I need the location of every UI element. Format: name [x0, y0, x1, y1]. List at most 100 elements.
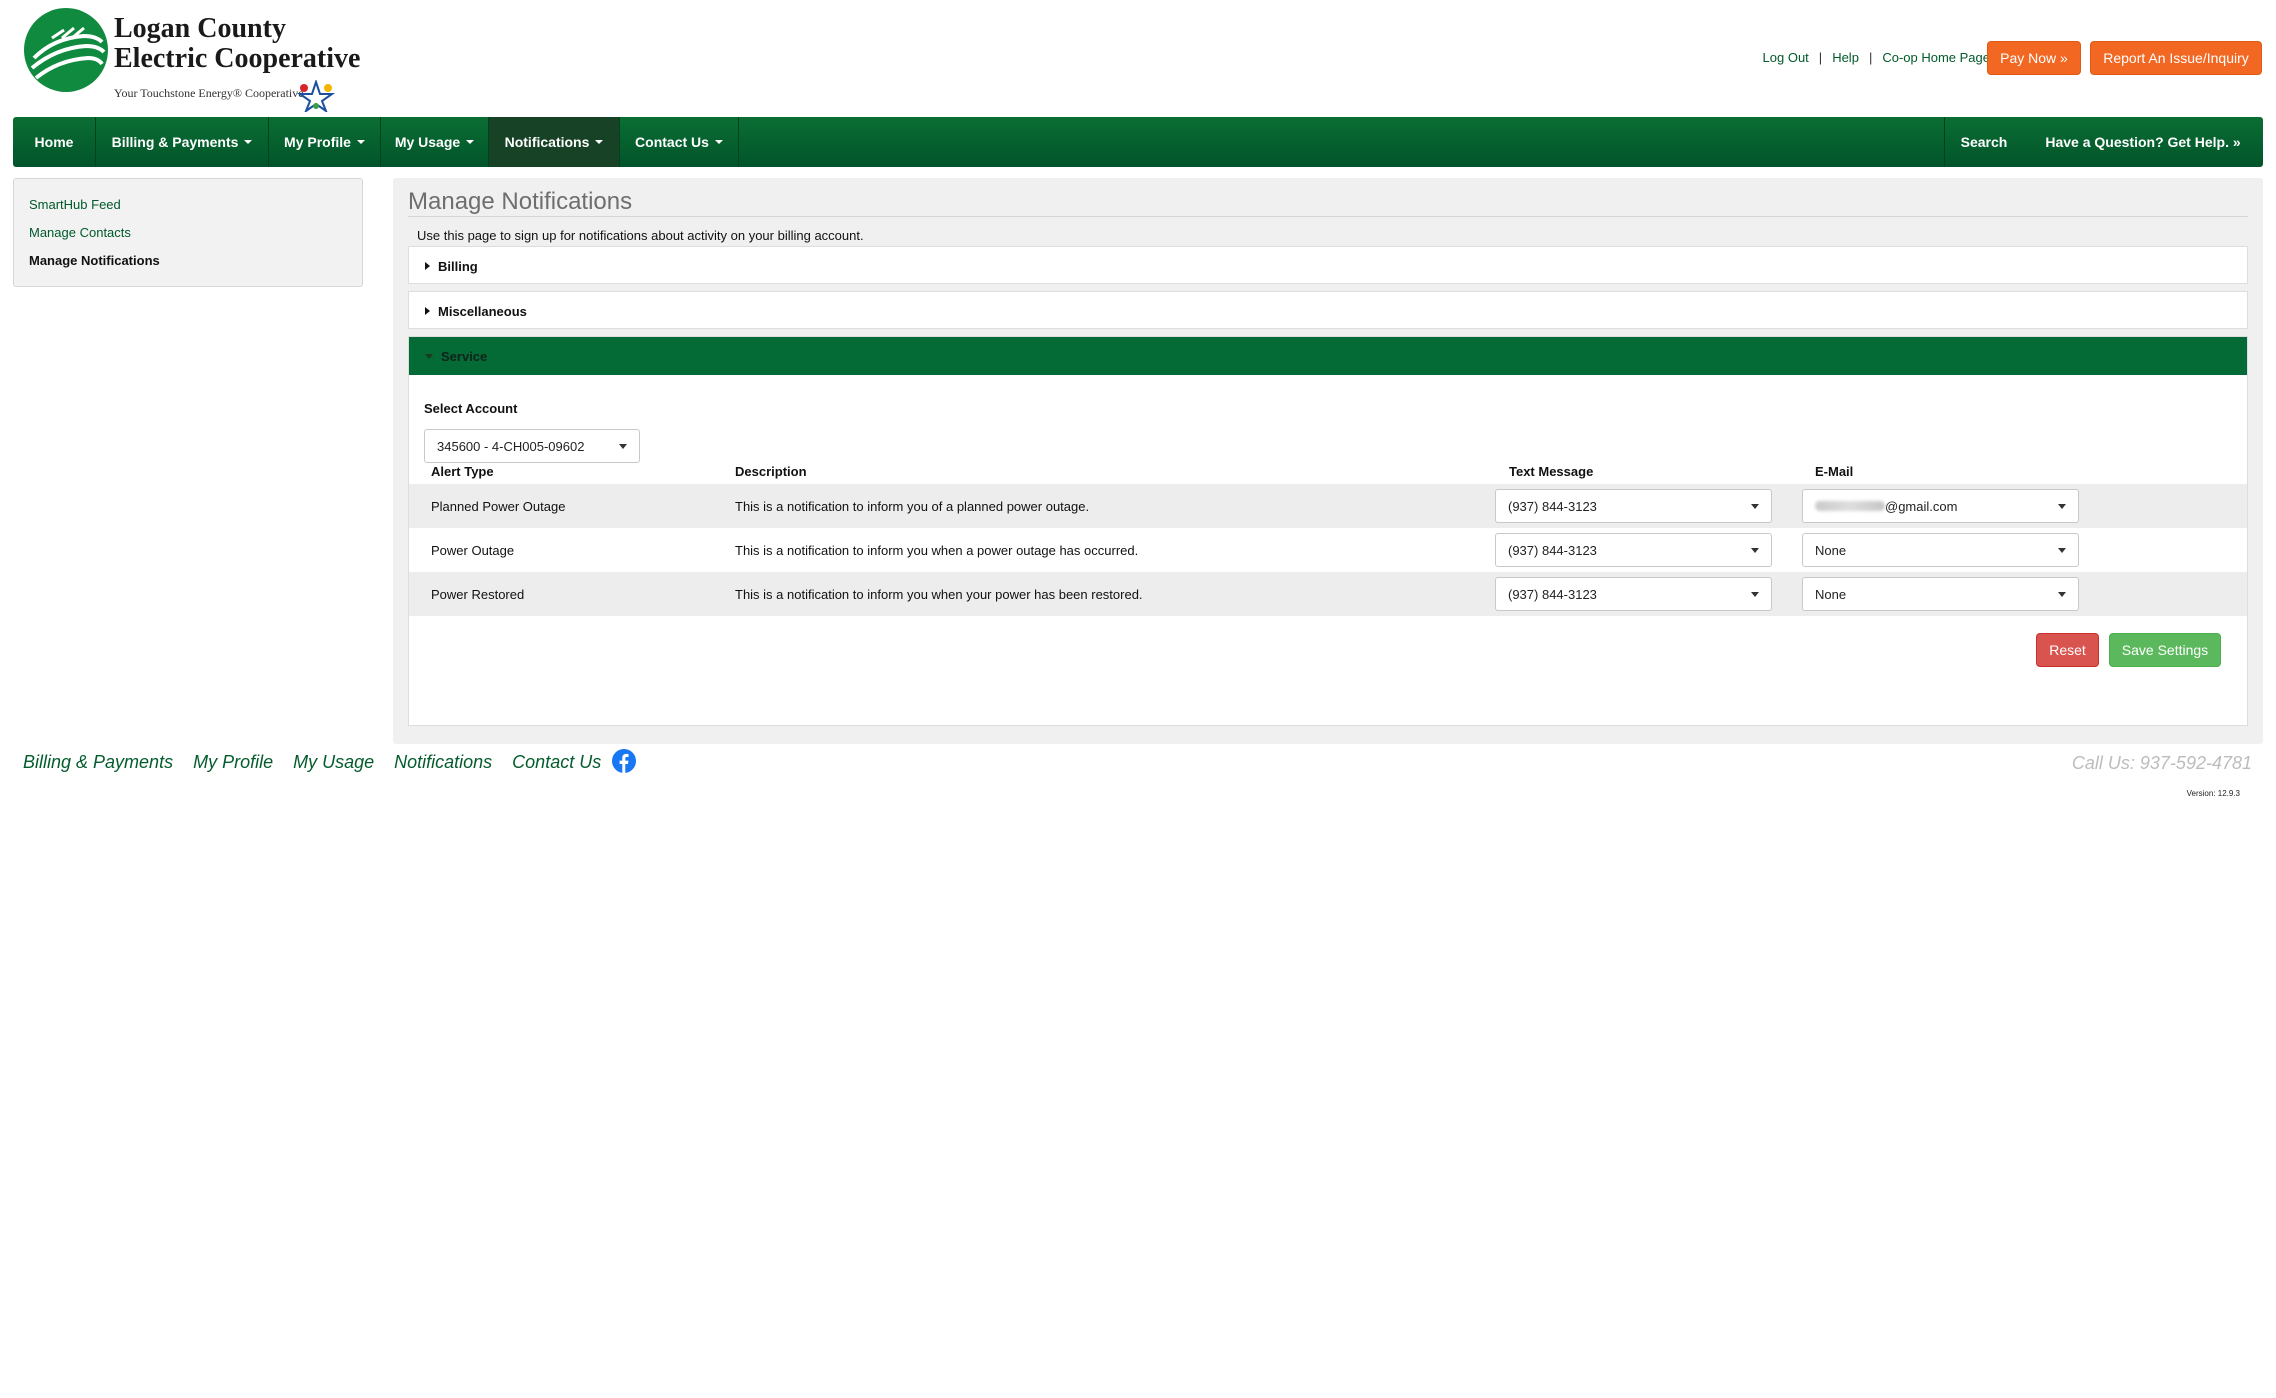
- billing-section-label: Billing: [438, 258, 478, 274]
- email-select[interactable]: None: [1802, 577, 2079, 611]
- nav-notifications[interactable]: Notifications: [489, 117, 620, 167]
- email-value: None: [1815, 586, 1847, 602]
- touchstone-energy-icon: [296, 80, 336, 112]
- separator: |: [1818, 50, 1823, 65]
- sidebar-item-manage-contacts[interactable]: Manage Contacts: [29, 225, 131, 240]
- alert-type-cell: Planned Power Outage: [431, 498, 566, 514]
- nav-billing-payments[interactable]: Billing & Payments: [96, 117, 269, 167]
- sidebar: SmartHub Feed Manage Contacts Manage Not…: [13, 178, 363, 287]
- brand-line1: Logan County: [114, 13, 286, 44]
- nav-contact-us[interactable]: Contact Us: [620, 117, 739, 167]
- nav-get-help[interactable]: Have a Question? Get Help. »: [2023, 117, 2263, 167]
- page-title: Manage Notifications: [408, 188, 633, 215]
- reset-button[interactable]: Reset: [2036, 633, 2099, 667]
- alert-type-cell: Power Restored: [431, 586, 525, 602]
- brand-line2: Electric Cooperative: [114, 43, 361, 74]
- footer-links: Billing & Payments My Profile My Usage N…: [23, 752, 621, 773]
- caret-down-icon: [714, 140, 723, 144]
- call-us-text: Call Us: 937-592-4781: [2071, 753, 2252, 773]
- miscellaneous-section-header[interactable]: Miscellaneous: [409, 292, 2247, 330]
- service-section: Service Select Account 345600 - 4-CH005-…: [408, 336, 2248, 726]
- col-header-email: E-Mail: [1815, 464, 1854, 479]
- description-cell: This is a notification to inform you whe…: [735, 586, 1143, 602]
- logo[interactable]: Logan County Electric Cooperative Your T…: [24, 8, 384, 112]
- sidebar-item-smarthub-feed[interactable]: SmartHub Feed: [29, 197, 121, 212]
- account-value: 345600 - 4-CH005-09602: [437, 438, 585, 454]
- table-row: Planned Power Outage This is a notificat…: [409, 484, 2247, 528]
- brand-name: Logan County Electric Cooperative: [114, 14, 360, 74]
- chevron-down-icon: [1751, 504, 1759, 509]
- miscellaneous-section-label: Miscellaneous: [438, 303, 527, 319]
- alert-type-cell: Power Outage: [431, 542, 515, 558]
- nav-notifications-label: Notifications: [504, 134, 590, 150]
- service-section-header[interactable]: Service: [409, 337, 2247, 375]
- footer-link-billing[interactable]: Billing & Payments: [23, 752, 173, 773]
- facebook-icon[interactable]: [612, 749, 636, 773]
- chevron-down-icon: [1751, 548, 1759, 553]
- footer-link-usage[interactable]: My Usage: [293, 752, 374, 773]
- expand-icon: [425, 307, 430, 315]
- caret-down-icon: [595, 140, 604, 144]
- header: Logan County Electric Cooperative Your T…: [0, 0, 2276, 116]
- coop-home-link[interactable]: Co-op Home Page: [1882, 50, 1990, 65]
- email-value: @gmail.com: [1885, 498, 1958, 514]
- chevron-down-icon: [1751, 592, 1759, 597]
- version-text: Version: 12.9.3: [2186, 789, 2240, 798]
- account-select[interactable]: 345600 - 4-CH005-09602: [424, 429, 640, 463]
- text-message-value: (937) 844-3123: [1508, 542, 1597, 558]
- main-nav: Home Billing & Payments My Profile My Us…: [13, 117, 2263, 167]
- chevron-down-icon: [2058, 548, 2066, 553]
- nav-search[interactable]: Search: [1944, 117, 2023, 167]
- email-value: None: [1815, 542, 1847, 558]
- nav-profile-label: My Profile: [284, 134, 351, 150]
- email-select[interactable]: None: [1802, 533, 2079, 567]
- sidebar-item-manage-notifications[interactable]: Manage Notifications: [29, 253, 160, 268]
- service-section-label: Service: [441, 348, 488, 364]
- divider: [408, 216, 2248, 217]
- text-message-select[interactable]: (937) 844-3123: [1495, 489, 1772, 523]
- description-cell: This is a notification to inform you whe…: [735, 542, 1139, 558]
- caret-down-icon: [466, 140, 475, 144]
- help-link[interactable]: Help: [1832, 50, 1859, 65]
- expand-icon: [425, 262, 430, 270]
- text-message-select[interactable]: (937) 844-3123: [1495, 577, 1772, 611]
- nav-contact-label: Contact Us: [635, 134, 709, 150]
- description-cell: This is a notification to inform you of …: [735, 498, 1090, 514]
- caret-down-icon: [244, 140, 253, 144]
- table-row: Power Outage This is a notification to i…: [409, 528, 2247, 572]
- report-issue-button[interactable]: Report An Issue/Inquiry: [2090, 41, 2262, 75]
- footer-link-notifications[interactable]: Notifications: [394, 752, 492, 773]
- utility-links: Log Out | Help | Co-op Home Page: [1763, 50, 1990, 65]
- intro-text: Use this page to sign up for notificatio…: [417, 228, 864, 243]
- main-content: Manage Notifications Use this page to si…: [393, 178, 2263, 744]
- save-settings-button[interactable]: Save Settings: [2109, 633, 2221, 667]
- separator: |: [1868, 50, 1873, 65]
- nav-my-usage[interactable]: My Usage: [381, 117, 489, 167]
- brand-tagline: Your Touchstone Energy® Cooperative: [114, 86, 304, 100]
- nav-my-profile[interactable]: My Profile: [269, 117, 381, 167]
- chevron-down-icon: [2058, 504, 2066, 509]
- nav-billing-label: Billing & Payments: [111, 134, 239, 150]
- table-row: Power Restored This is a notification to…: [409, 572, 2247, 616]
- caret-down-icon: [356, 140, 365, 144]
- miscellaneous-section: Miscellaneous: [408, 291, 2248, 329]
- redacted-text: [1815, 501, 1885, 511]
- footer-link-contact[interactable]: Contact Us: [512, 752, 601, 773]
- select-account-label: Select Account: [424, 401, 518, 416]
- billing-section-header[interactable]: Billing: [409, 247, 2247, 285]
- text-message-value: (937) 844-3123: [1508, 498, 1597, 514]
- footer-link-profile[interactable]: My Profile: [193, 752, 273, 773]
- pay-now-button[interactable]: Pay Now »: [1987, 41, 2081, 75]
- nav-home-label: Home: [34, 134, 74, 150]
- logo-globe-icon: [24, 8, 108, 92]
- col-header-text-message: Text Message: [1509, 464, 1594, 479]
- billing-section: Billing: [408, 246, 2248, 284]
- col-header-alert-type: Alert Type: [431, 464, 494, 479]
- text-message-value: (937) 844-3123: [1508, 586, 1597, 602]
- text-message-select[interactable]: (937) 844-3123: [1495, 533, 1772, 567]
- logout-link[interactable]: Log Out: [1763, 50, 1809, 65]
- nav-home[interactable]: Home: [13, 117, 96, 167]
- col-header-description: Description: [735, 464, 807, 479]
- email-select[interactable]: @gmail.com: [1802, 489, 2079, 523]
- chevron-down-icon: [619, 444, 627, 449]
